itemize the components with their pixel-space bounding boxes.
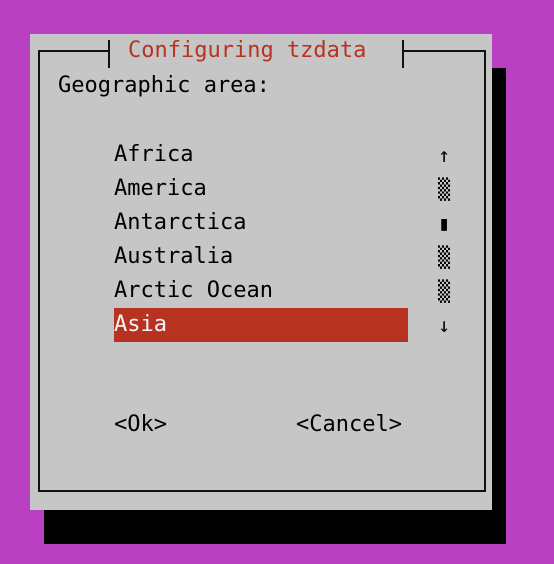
- list-item-asia[interactable]: Asia: [114, 308, 408, 342]
- scroll-thumb-icon[interactable]: ▮: [434, 206, 454, 240]
- scroll-up-arrow-icon[interactable]: ↑: [434, 138, 454, 172]
- tzdata-dialog: Configuring tzdata Geographic area: Afri…: [30, 34, 492, 510]
- scroll-down-arrow-icon[interactable]: ↓: [434, 308, 454, 342]
- dialog-title: Configuring tzdata: [128, 38, 367, 63]
- scroll-track-icon: ▒: [437, 279, 451, 303]
- scroll-track-icon: ▒: [437, 177, 451, 201]
- ok-button[interactable]: <Ok>: [114, 410, 167, 440]
- cancel-button[interactable]: <Cancel>: [296, 410, 402, 440]
- scroll-track-icon: ▒: [437, 245, 451, 269]
- list-item-america[interactable]: America: [114, 172, 408, 206]
- list-item-antarctica[interactable]: Antarctica: [114, 206, 408, 240]
- geographic-area-list[interactable]: Africa America Antarctica Australia Arct…: [114, 138, 408, 342]
- title-divider-left: [108, 40, 110, 68]
- list-item-arctic-ocean[interactable]: Arctic Ocean: [114, 274, 408, 308]
- geographic-area-prompt: Geographic area:: [58, 73, 270, 98]
- list-item-africa[interactable]: Africa: [114, 138, 408, 172]
- list-item-australia[interactable]: Australia: [114, 240, 408, 274]
- title-divider-right: [402, 40, 404, 68]
- list-scrollbar[interactable]: ↑ ▒ ▮ ▒ ▒ ↓: [434, 138, 454, 342]
